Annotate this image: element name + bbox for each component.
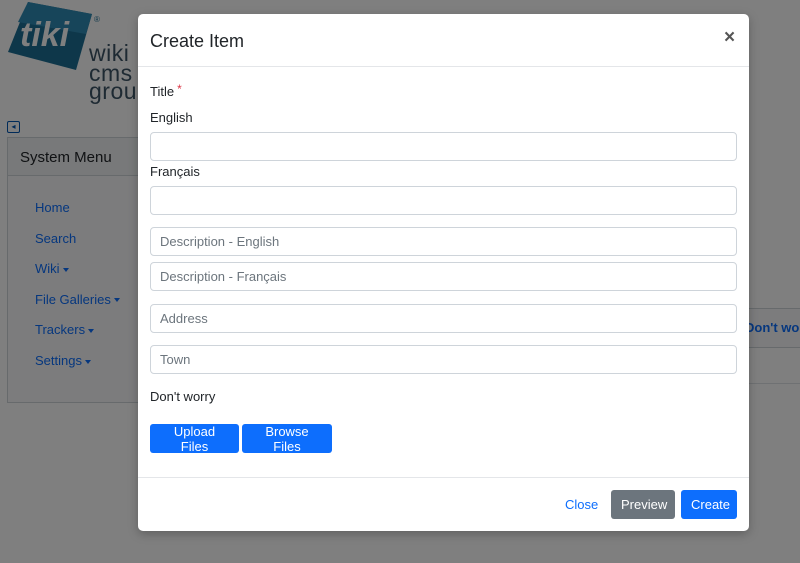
french-label: Français: [150, 164, 200, 179]
title-french-input[interactable]: [150, 186, 737, 215]
description-french-input[interactable]: [150, 262, 737, 291]
english-label: English: [150, 110, 193, 125]
preview-button[interactable]: Preview: [611, 490, 675, 519]
modal-footer: Close Preview Create: [138, 477, 749, 531]
modal-title: Create Item: [150, 31, 245, 51]
browse-files-button[interactable]: Browse Files: [242, 424, 332, 454]
title-label: Title *: [150, 82, 182, 99]
create-button[interactable]: Create: [681, 490, 737, 519]
title-english-input[interactable]: [150, 132, 737, 161]
close-button[interactable]: Close: [555, 490, 603, 519]
note-text: Don't worry: [150, 389, 216, 404]
town-input[interactable]: [150, 345, 737, 374]
upload-files-button[interactable]: Upload Files: [150, 424, 239, 454]
close-icon[interactable]: ×: [724, 28, 735, 48]
description-english-input[interactable]: [150, 227, 737, 256]
modal-header: Create Item ×: [138, 14, 749, 67]
required-indicator: *: [177, 82, 182, 96]
address-input[interactable]: [150, 304, 737, 333]
create-item-modal: Create Item × Title* English Français Do…: [138, 14, 749, 531]
